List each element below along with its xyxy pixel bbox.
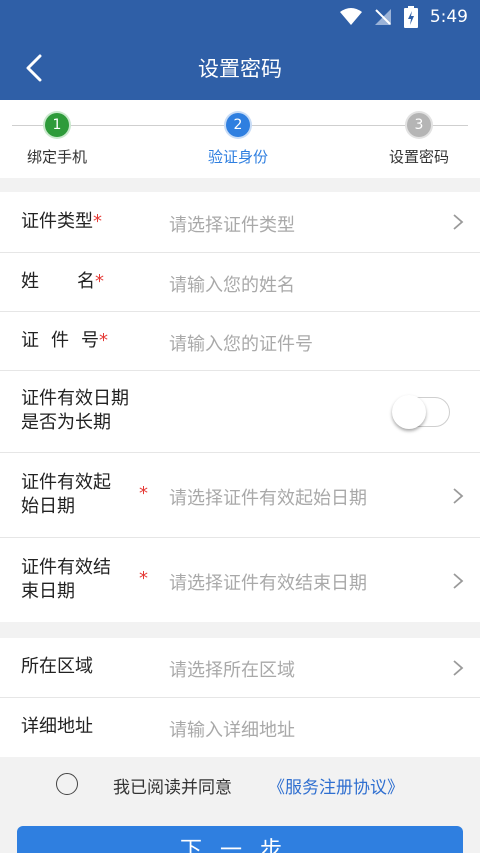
status-time: 5:49 <box>429 7 468 27</box>
agreement-radio[interactable] <box>56 773 78 795</box>
step-2: 2 验证身份 <box>178 113 298 167</box>
start-date-required-mark: * <box>139 483 148 504</box>
step-1-label: 绑定手机 <box>26 148 87 166</box>
start-date-select[interactable]: 请选择证件有效起始日期 <box>169 484 367 510</box>
detail-address-label: 详细地址 <box>21 716 93 737</box>
agreement-row: 我已阅读并同意 《服务注册协议》 <box>0 757 480 813</box>
region-row[interactable]: 所在区域 请选择所在区域 <box>0 638 480 698</box>
page-title: 设置密码 <box>198 57 282 81</box>
end-date-required-mark: * <box>139 568 148 589</box>
identity-form: 证件类型* 请选择证件类型 姓名* 请输入您的姓名 证件号* 请输入您的证件号 … <box>0 192 480 622</box>
service-agreement-link[interactable]: 《服务注册协议》 <box>268 773 404 798</box>
battery-charging-icon <box>403 6 418 28</box>
step-1-dot: 1 <box>45 113 69 137</box>
detail-address-input[interactable]: 请输入详细地址 <box>169 716 295 742</box>
long-term-toggle[interactable] <box>392 393 452 431</box>
id-type-label: 证件类型* <box>21 211 102 232</box>
toggle-knob <box>392 395 426 429</box>
step-2-dot: 2 <box>226 113 250 137</box>
chevron-right-icon <box>453 214 464 230</box>
step-3-label: 设置密码 <box>388 148 449 166</box>
name-row: 姓名* 请输入您的姓名 <box>0 253 480 312</box>
name-input[interactable]: 请输入您的姓名 <box>169 271 295 297</box>
status-bar: 5:49 <box>0 0 480 34</box>
next-button[interactable]: 下一步 <box>17 826 463 853</box>
step-1: 1 绑定手机 <box>0 113 117 167</box>
id-number-input[interactable]: 请输入您的证件号 <box>169 330 313 356</box>
id-type-select[interactable]: 请选择证件类型 <box>169 211 295 237</box>
no-signal-icon <box>374 9 391 25</box>
region-select[interactable]: 请选择所在区域 <box>169 656 295 682</box>
end-date-row[interactable]: 证件有效结 束日期 * 请选择证件有效结束日期 <box>0 538 480 622</box>
id-type-row[interactable]: 证件类型* 请选择证件类型 <box>0 192 480 253</box>
id-number-row: 证件号* 请输入您的证件号 <box>0 312 480 371</box>
title-bar: 设置密码 <box>0 34 480 100</box>
address-form: 所在区域 请选择所在区域 详细地址 请输入详细地址 <box>0 638 480 757</box>
start-date-row[interactable]: 证件有效起 始日期 * 请选择证件有效起始日期 <box>0 453 480 538</box>
app-bar: 5:49 设置密码 <box>0 0 480 100</box>
end-date-label: 证件有效结 束日期 <box>21 557 111 602</box>
progress-stepper: 1 绑定手机 2 验证身份 3 设置密码 <box>0 100 480 178</box>
status-icons: 5:49 <box>339 5 468 29</box>
agreement-text: 我已阅读并同意 <box>113 778 232 798</box>
detail-address-row: 详细地址 请输入详细地址 <box>0 698 480 757</box>
chevron-right-icon <box>453 488 464 504</box>
step-3-dot: 3 <box>407 113 431 137</box>
long-term-label: 证件有效日期 是否为长期 <box>21 388 129 433</box>
end-date-select[interactable]: 请选择证件有效结束日期 <box>169 569 367 595</box>
step-2-label: 验证身份 <box>207 148 268 166</box>
id-number-label: 证件号* <box>21 330 108 351</box>
wifi-icon <box>339 8 362 25</box>
name-label: 姓名* <box>21 271 104 292</box>
long-term-row: 证件有效日期 是否为长期 <box>0 371 480 453</box>
step-3: 3 设置密码 <box>359 113 479 167</box>
region-label: 所在区域 <box>21 656 93 677</box>
start-date-label: 证件有效起 始日期 <box>21 472 111 517</box>
chevron-right-icon <box>453 660 464 676</box>
chevron-right-icon <box>453 573 464 589</box>
